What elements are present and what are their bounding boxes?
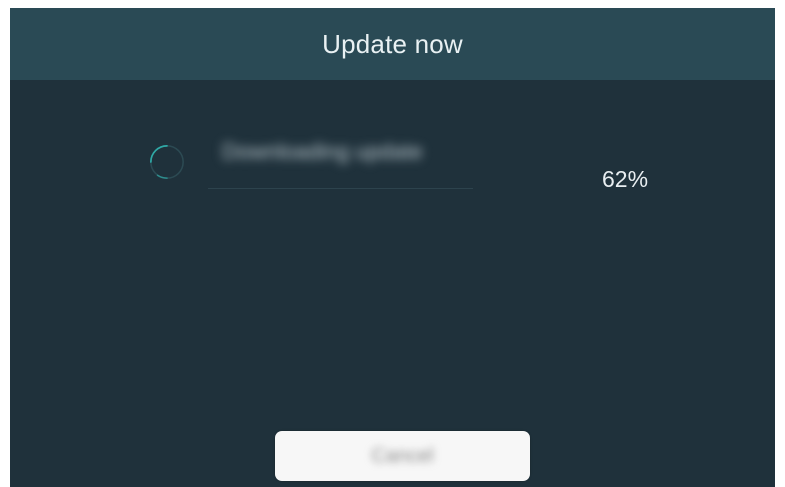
update-dialog: Update now Downloading update 62% Cancel <box>10 8 775 487</box>
loading-spinner-icon <box>149 144 184 179</box>
dialog-title: Update now <box>322 28 463 59</box>
progress-percent: 62% <box>602 166 649 192</box>
cancel-button-label: Cancel <box>371 444 434 467</box>
status-divider <box>208 188 473 189</box>
dialog-header: Update now <box>10 8 775 80</box>
update-status-text: Downloading update <box>222 139 423 164</box>
cancel-button[interactable]: Cancel <box>275 431 530 481</box>
